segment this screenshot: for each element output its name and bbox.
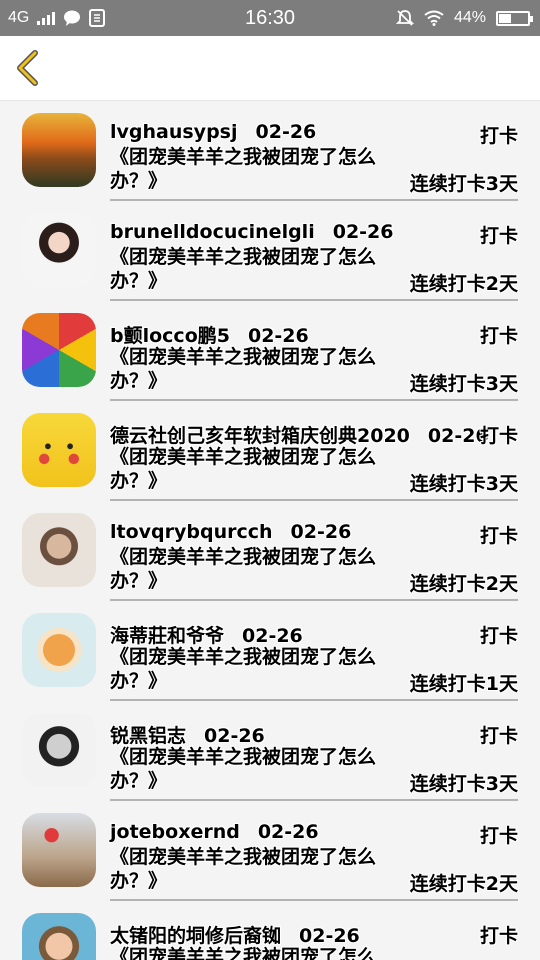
item-streak: 连续打卡3天 <box>409 473 518 495</box>
item-info: lvghausypsj 02-26 打卡 《团宠美羊羊之我被团宠了怎么办？》 连续… <box>110 119 518 201</box>
item-username-line: b颤locco鹏5 02-26 <box>110 321 309 348</box>
checkin-button[interactable]: 打卡 <box>480 521 518 548</box>
avatar[interactable] <box>22 113 96 187</box>
item-username-line: joteboxernd 02-26 <box>110 821 319 843</box>
item-book-title[interactable]: 《团宠美羊羊之我被团宠了怎么办？》 <box>110 745 380 793</box>
item-username-line: brunelldocucinelgli 02-26 <box>110 221 394 243</box>
item-username[interactable]: 德云社创己亥年软封箱庆创典2020 <box>110 425 410 447</box>
checkin-button[interactable]: 打卡 <box>480 421 518 448</box>
item-username[interactable]: 海蒂莊和爷爷 <box>110 625 224 647</box>
avatar[interactable] <box>22 413 96 487</box>
item-username[interactable]: ltovqrybqurcch <box>110 521 273 543</box>
item-book-title[interactable]: 《团宠美羊羊之我被团宠了怎么办？》 <box>110 145 380 193</box>
item-info: b颤locco鹏5 02-26 打卡 《团宠美羊羊之我被团宠了怎么办？》 连续打卡… <box>110 319 518 401</box>
item-info: brunelldocucinelgli 02-26 打卡 《团宠美羊羊之我被团宠了… <box>110 219 518 301</box>
item-date: 02-26 <box>290 521 352 543</box>
item-book-title[interactable]: 《团宠美羊羊之我被团宠了怎么办？》 <box>110 245 380 293</box>
item-date: 02-26 <box>299 925 360 947</box>
checkin-list[interactable]: lvghausypsj 02-26 打卡 《团宠美羊羊之我被团宠了怎么办？》 连续… <box>0 101 540 960</box>
item-book-title[interactable]: 《团宠美羊羊之我被团宠了怎么办？》 <box>110 645 380 693</box>
list-item[interactable]: ltovqrybqurcch 02-26 打卡 《团宠美羊羊之我被团宠了怎么办？》… <box>0 501 540 601</box>
item-info: 德云社创己亥年软封箱庆创典2020 02-26 打卡 《团宠美羊羊之我被团宠了怎么… <box>110 419 518 501</box>
item-info: 锐黑铝志 02-26 打卡 《团宠美羊羊之我被团宠了怎么办？》 连续打卡3天 <box>110 719 518 801</box>
list-item[interactable]: b颤locco鹏5 02-26 打卡 《团宠美羊羊之我被团宠了怎么办？》 连续打卡… <box>0 301 540 401</box>
item-streak: 连续打卡3天 <box>409 373 518 395</box>
list-item[interactable]: brunelldocucinelgli 02-26 打卡 《团宠美羊羊之我被团宠了… <box>0 201 540 301</box>
item-date: 02-26 <box>242 625 303 647</box>
item-username[interactable]: 锐黑铝志 <box>110 725 186 747</box>
item-streak: 连续打卡2天 <box>409 873 518 895</box>
item-streak: 连续打卡3天 <box>409 773 518 795</box>
checkin-button[interactable]: 打卡 <box>480 321 518 348</box>
avatar[interactable] <box>22 213 96 287</box>
avatar[interactable] <box>22 513 96 587</box>
checkin-button[interactable]: 打卡 <box>480 721 518 748</box>
mute-icon <box>395 10 414 26</box>
item-username-line: ltovqrybqurcch 02-26 <box>110 521 351 543</box>
item-book-title[interactable]: 《团宠美羊羊之我被团宠了怎么办？》 <box>110 345 380 393</box>
wifi-icon <box>424 10 444 26</box>
item-username-line: 锐黑铝志 02-26 <box>110 721 265 748</box>
item-info: joteboxernd 02-26 打卡 《团宠美羊羊之我被团宠了怎么办？》 连续… <box>110 819 518 901</box>
item-streak: 连续打卡1天 <box>409 673 518 695</box>
item-username-line: lvghausypsj 02-26 <box>110 121 316 143</box>
checkin-button[interactable]: 打卡 <box>480 821 518 848</box>
battery-percent: 44% <box>453 9 486 26</box>
item-streak: 连续打卡2天 <box>409 273 518 295</box>
nav-bar <box>0 36 540 101</box>
item-date: 02-26 <box>257 821 319 843</box>
item-date: 02-26 <box>247 325 309 347</box>
list-item[interactable]: joteboxernd 02-26 打卡 《团宠美羊羊之我被团宠了怎么办？》 连续… <box>0 801 540 901</box>
status-right: 44% <box>395 0 533 36</box>
item-username-line: 太锗阳的垌修后裔铷 02-26 <box>110 921 360 948</box>
item-username[interactable]: 太锗阳的垌修后裔铷 <box>110 925 281 947</box>
item-streak: 连续打卡2天 <box>409 573 518 595</box>
item-username[interactable]: brunelldocucinelgli <box>110 221 315 243</box>
list-item[interactable]: 德云社创己亥年软封箱庆创典2020 02-26 打卡 《团宠美羊羊之我被团宠了怎么… <box>0 401 540 501</box>
checkin-button[interactable]: 打卡 <box>480 921 518 948</box>
item-book-title[interactable]: 《团宠美羊羊之我被团宠了怎么办？》 <box>110 845 380 893</box>
item-info: ltovqrybqurcch 02-26 打卡 《团宠美羊羊之我被团宠了怎么办？》… <box>110 519 518 601</box>
list-item[interactable]: 太锗阳的垌修后裔铷 02-26 打卡 《团宠美羊羊之我被团宠了怎么办？》 <box>0 901 540 960</box>
item-streak: 连续打卡3天 <box>409 173 518 195</box>
checkin-button[interactable]: 打卡 <box>480 121 518 148</box>
item-info: 太锗阳的垌修后裔铷 02-26 打卡 《团宠美羊羊之我被团宠了怎么办？》 <box>110 919 518 960</box>
item-date: 02-26 <box>255 121 317 143</box>
item-username[interactable]: joteboxernd <box>110 821 240 843</box>
avatar[interactable] <box>22 713 96 787</box>
item-book-title[interactable]: 《团宠美羊羊之我被团宠了怎么办？》 <box>110 545 380 593</box>
item-info: 海蒂莊和爷爷 02-26 打卡 《团宠美羊羊之我被团宠了怎么办？》 连续打卡1天 <box>110 619 518 701</box>
avatar[interactable] <box>22 913 96 960</box>
battery-icon <box>496 10 533 26</box>
avatar[interactable] <box>22 813 96 887</box>
item-book-title[interactable]: 《团宠美羊羊之我被团宠了怎么办？》 <box>110 945 380 960</box>
list-item[interactable]: 锐黑铝志 02-26 打卡 《团宠美羊羊之我被团宠了怎么办？》 连续打卡3天 <box>0 701 540 801</box>
status-bar: 4G 16:30 44% <box>0 0 540 36</box>
back-arrow-icon[interactable] <box>12 50 48 86</box>
avatar[interactable] <box>22 613 96 687</box>
item-date: 02-26 <box>332 221 394 243</box>
checkin-button[interactable]: 打卡 <box>480 221 518 248</box>
item-username[interactable]: lvghausypsj <box>110 121 238 143</box>
item-book-title[interactable]: 《团宠美羊羊之我被团宠了怎么办？》 <box>110 445 380 493</box>
item-username-line: 德云社创己亥年软封箱庆创典2020 02-26 <box>110 421 489 448</box>
item-username[interactable]: b颤locco鹏5 <box>110 325 230 347</box>
item-username-line: 海蒂莊和爷爷 02-26 <box>110 621 303 648</box>
list-item[interactable]: lvghausypsj 02-26 打卡 《团宠美羊羊之我被团宠了怎么办？》 连续… <box>0 101 540 201</box>
checkin-button[interactable]: 打卡 <box>480 621 518 648</box>
list-item[interactable]: 海蒂莊和爷爷 02-26 打卡 《团宠美羊羊之我被团宠了怎么办？》 连续打卡1天 <box>0 601 540 701</box>
avatar[interactable] <box>22 313 96 387</box>
item-date: 02-26 <box>204 725 265 747</box>
